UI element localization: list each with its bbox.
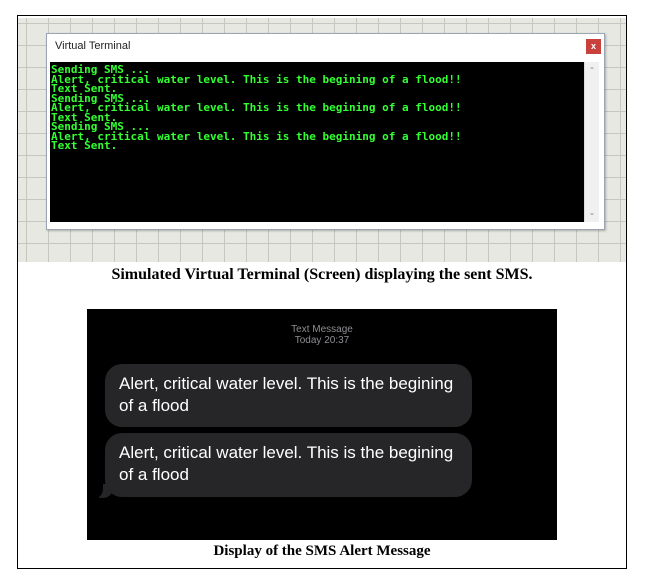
chevron-up-icon[interactable]: ⌃ bbox=[585, 64, 599, 78]
vertical-scrollbar[interactable]: ⌃ ⌄ bbox=[584, 62, 599, 222]
figure-caption-terminal: Simulated Virtual Terminal (Screen) disp… bbox=[111, 266, 533, 283]
figure-caption-sms: Display of the SMS Alert Message bbox=[213, 543, 431, 559]
terminal-line: Alert, critical water level. This is the… bbox=[51, 129, 462, 143]
virtual-terminal-window[interactable]: Virtual Terminal x Sending SMS ... Alert… bbox=[46, 33, 605, 230]
phone-message-screenshot: Text Message Today 20:37 Alert, critical… bbox=[87, 309, 557, 540]
message-timestamp: Today 20:37 bbox=[294, 335, 350, 346]
message-kind-label: Text Message bbox=[291, 324, 353, 335]
message-bubble[interactable]: Alert, critical water level. This is the… bbox=[105, 433, 472, 497]
message-bubble[interactable]: Alert, critical water level. This is the… bbox=[105, 364, 472, 427]
close-icon[interactable]: x bbox=[586, 39, 601, 54]
terminal-screen[interactable]: Sending SMS ... Alert, critical water le… bbox=[50, 62, 584, 222]
chevron-down-icon[interactable]: ⌄ bbox=[585, 206, 599, 220]
terminal-line: Alert, critical water level. This is the… bbox=[51, 101, 462, 114]
virtual-terminal-titlebar[interactable]: Virtual Terminal x bbox=[47, 34, 604, 61]
terminal-line: Alert, critical water level. This is the… bbox=[51, 72, 462, 86]
window-title: Virtual Terminal bbox=[55, 40, 131, 52]
